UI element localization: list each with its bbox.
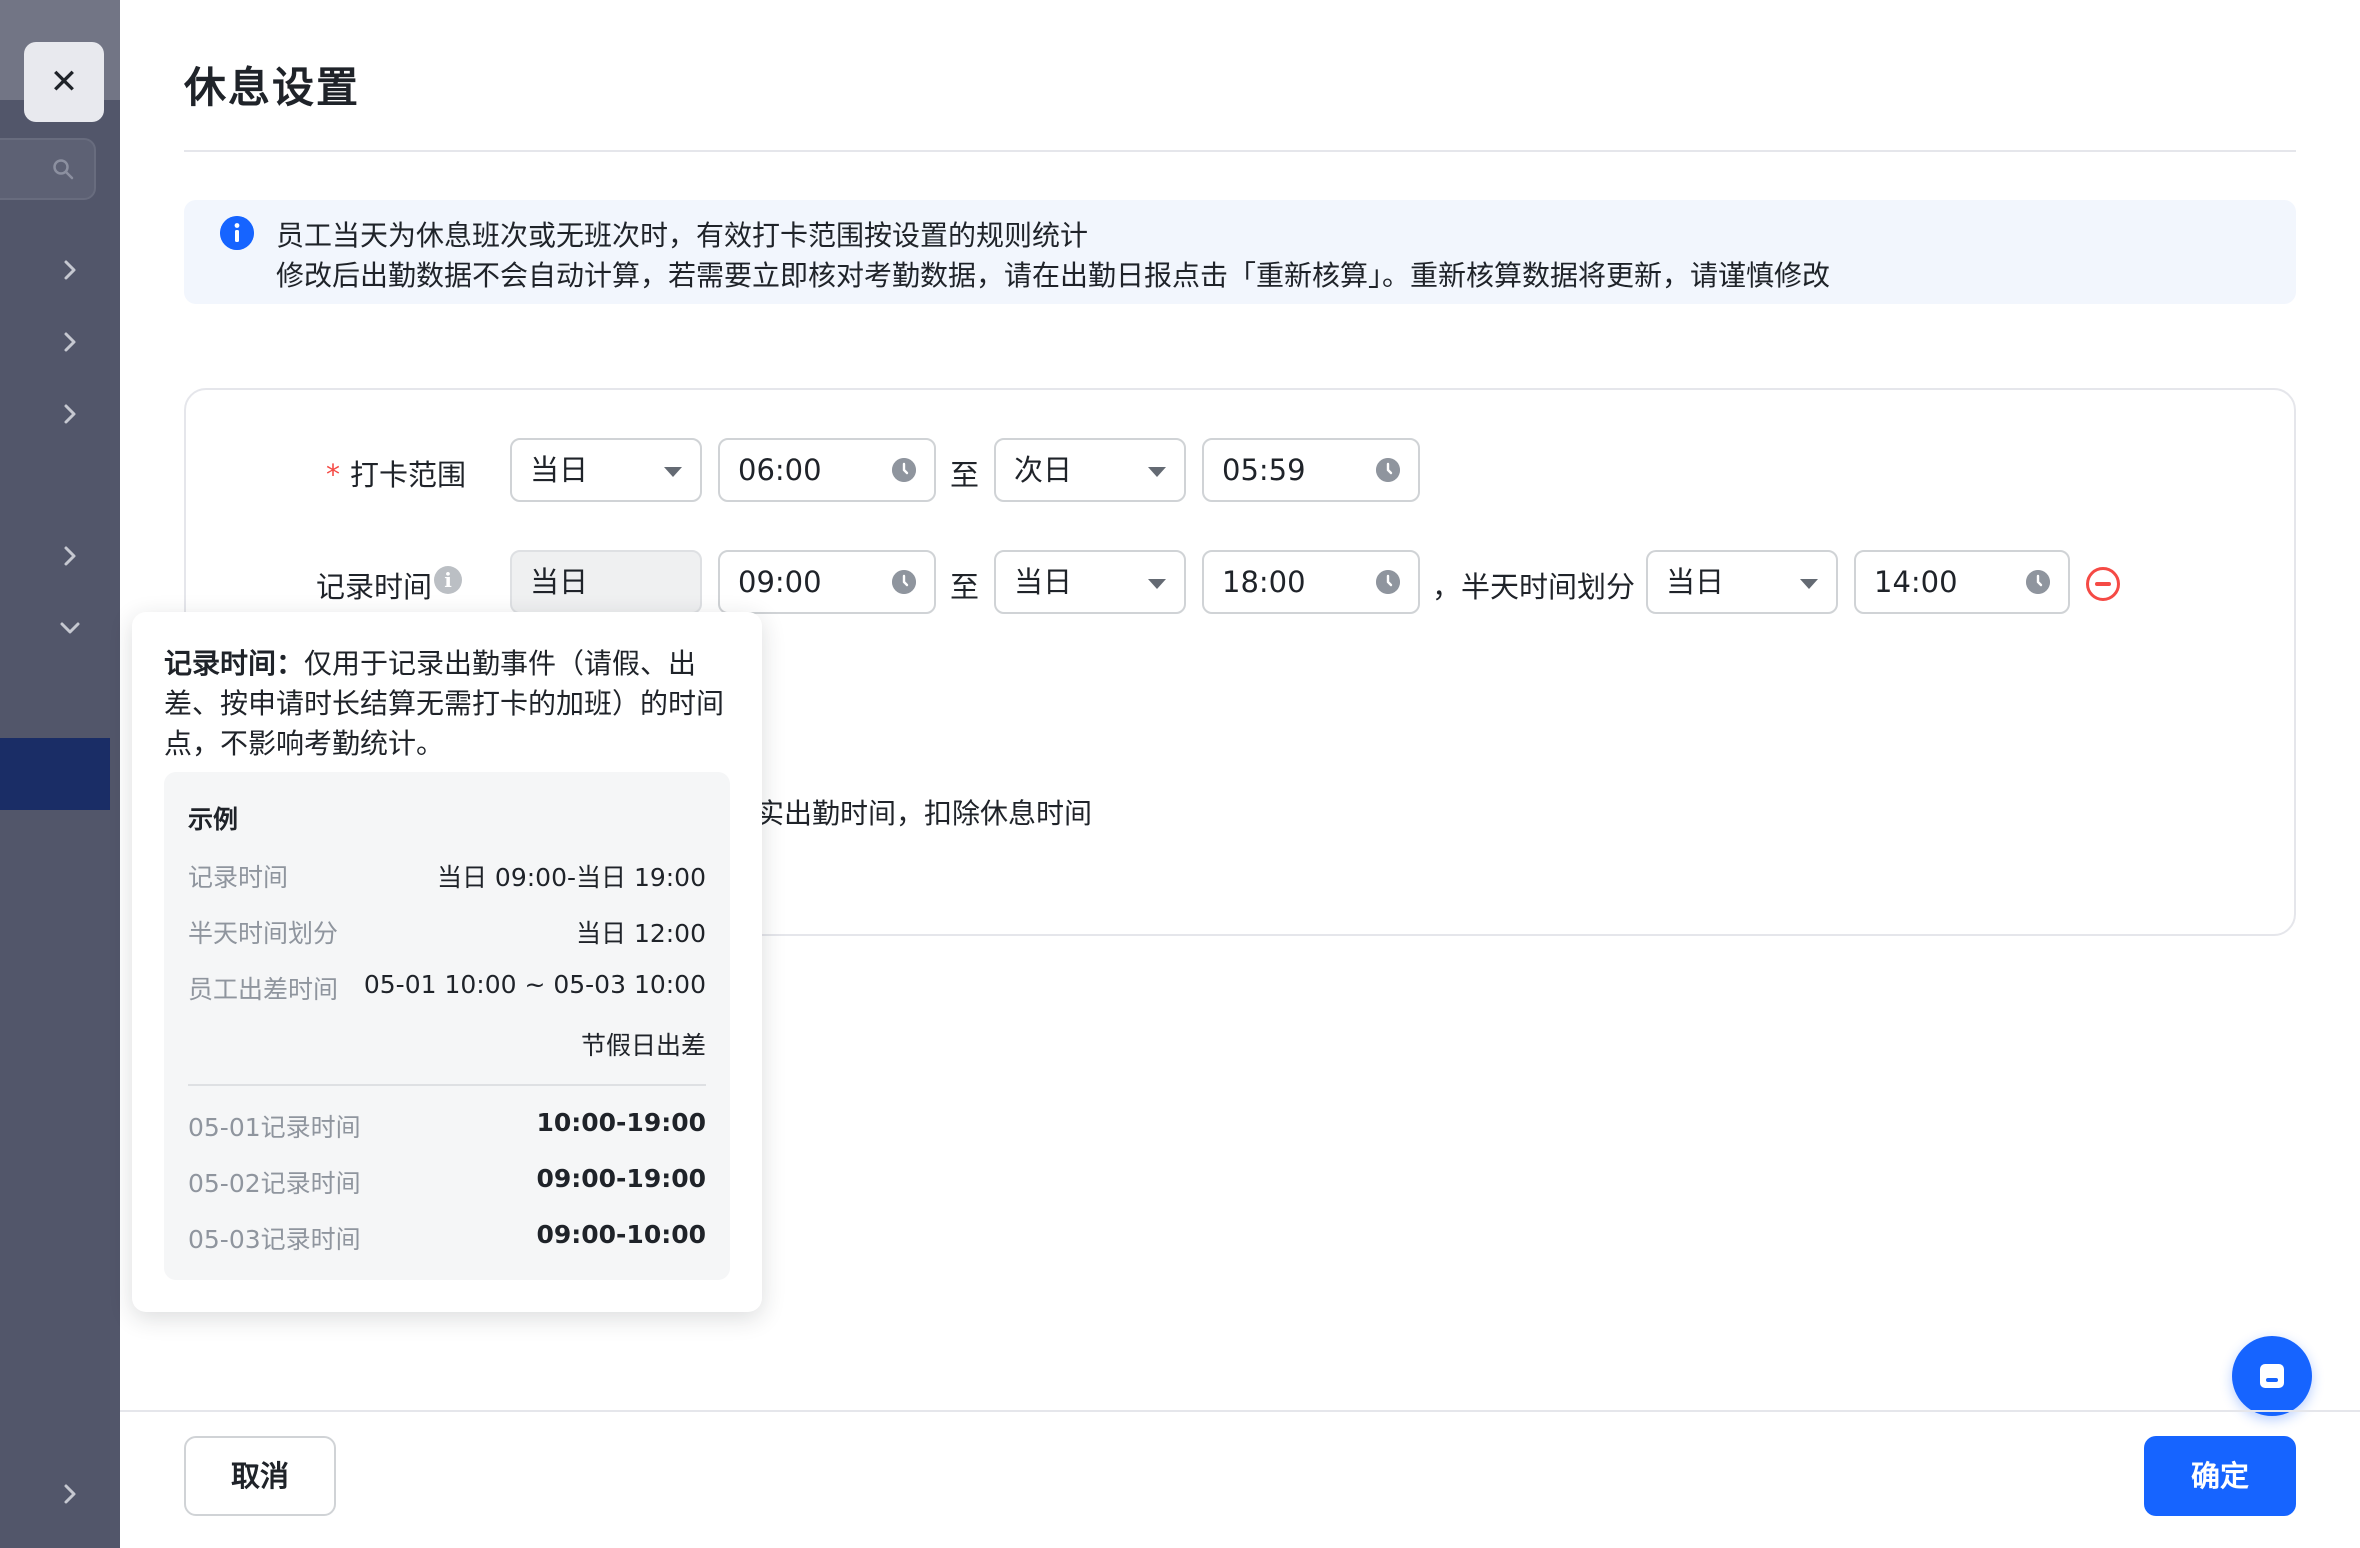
chevron-right-icon[interactable] [58,1482,82,1506]
caret-down-icon [664,467,682,477]
chevron-right-icon[interactable] [58,330,82,354]
example-key: 员工出差时间 [188,975,339,1004]
clock-icon [1376,570,1400,594]
result-key: 05-03记录时间 [188,1225,361,1254]
example-value: 05-01 10:00 ~ 05-03 10:00 [363,970,706,999]
punch-end-time-value: 05:59 [1222,453,1306,487]
clock-icon [1376,458,1400,482]
page-title: 休息设置 [184,63,361,112]
record-start-day-value: 当日 [530,565,589,599]
notice-line-2: 修改后出勤数据不会自动计算，若需要立即核对考勤数据，请在出勤日报点击「重新核算」… [276,259,1831,292]
notice-line-1: 员工当天为休息班次或无班次时，有效打卡范围按设置的规则统计 [276,219,1089,252]
to-separator: 至 [950,570,980,604]
example-title: 示例 [188,805,239,834]
tooltip-title: 记录时间： [164,647,305,680]
sidebar-item-active[interactable] [0,738,110,810]
record-start-day-select: 当日 [510,550,702,614]
chevron-right-icon[interactable] [58,544,82,568]
example-divider [188,1084,706,1086]
half-day-value: 当日 [1666,565,1725,599]
chevron-right-icon[interactable] [58,258,82,282]
sidebar-search-input[interactable] [0,138,96,200]
record-end-day-select[interactable]: 当日 [994,550,1186,614]
example-value: 节假日出差 [580,1031,706,1060]
result-key: 05-01记录时间 [188,1113,361,1142]
example-value: 当日 09:00-当日 19:00 [436,863,706,892]
punch-start-day-value: 当日 [530,453,589,487]
help-icon[interactable]: i [434,566,462,594]
cancel-button[interactable]: 取消 [184,1436,336,1516]
chevron-down-icon[interactable] [58,616,82,640]
result-value: 09:00-19:00 [536,1164,706,1193]
example-value: 当日 12:00 [576,919,706,948]
half-day-time-value: 14:00 [1874,565,1958,599]
search-icon [53,159,74,180]
record-end-time-value: 18:00 [1222,565,1306,599]
punch-start-time-value: 06:00 [738,453,822,487]
record-start-time-value: 09:00 [738,565,822,599]
result-value: 10:00-19:00 [536,1108,706,1137]
example-key: 记录时间 [188,863,289,892]
punch-end-time-picker[interactable]: 05:59 [1202,438,1420,502]
info-icon [220,216,254,250]
record-start-time-picker[interactable]: 09:00 [718,550,936,614]
rest-rule-text: 实出勤时间，扣除休息时间 [756,797,1093,830]
half-day-label: ，半天时间划分 [1432,570,1636,604]
footer-divider [120,1410,2360,1412]
result-key: 05-02记录时间 [188,1169,361,1198]
remove-icon[interactable] [2086,567,2120,601]
punch-start-time-picker[interactable]: 06:00 [718,438,936,502]
record-end-day-value: 当日 [1014,565,1073,599]
punch-end-day-value: 次日 [1014,453,1073,487]
half-day-time-picker[interactable]: 14:00 [1854,550,2070,614]
caret-down-icon [1148,467,1166,477]
chevron-right-icon[interactable] [58,402,82,426]
clock-icon [892,458,916,482]
to-separator: 至 [950,458,980,492]
required-mark: * [326,458,340,491]
close-button[interactable]: ✕ [24,42,104,122]
result-value: 09:00-10:00 [536,1220,706,1249]
caret-down-icon [1800,579,1818,589]
clock-icon [892,570,916,594]
punch-end-day-select[interactable]: 次日 [994,438,1186,502]
tooltip-description: 记录时间：仅用于记录出勤事件（请假、出差、按申请时长结算无需打卡的加班）的时间点… [164,644,734,764]
clock-icon [2026,570,2050,594]
punch-start-day-select[interactable]: 当日 [510,438,702,502]
close-icon: ✕ [49,62,79,102]
example-key: 半天时间划分 [188,919,339,948]
header-divider [184,150,2296,152]
chat-icon [2260,1364,2284,1388]
punch-range-label: 打卡范围 [350,458,467,492]
record-end-time-picker[interactable]: 18:00 [1202,550,1420,614]
half-day-select[interactable]: 当日 [1646,550,1838,614]
confirm-button[interactable]: 确定 [2144,1436,2296,1516]
caret-down-icon [1148,579,1166,589]
record-time-label: 记录时间 [316,570,433,604]
